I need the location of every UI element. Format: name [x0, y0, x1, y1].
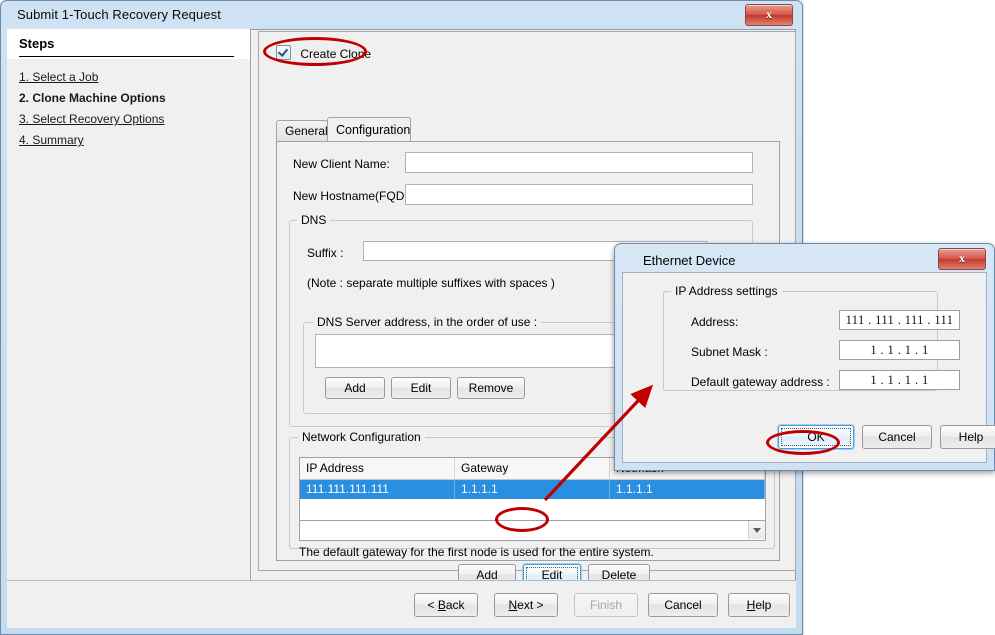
dns-remove-label: Remove	[460, 380, 522, 396]
dns-edit-button[interactable]: Edit	[391, 377, 451, 399]
new-client-name-input[interactable]	[405, 152, 753, 173]
create-clone-label: Create Clone	[300, 47, 371, 61]
window-title: Submit 1-Touch Recovery Request	[17, 7, 221, 22]
default-gateway-label: Default gateway address :	[691, 375, 830, 389]
dns-edit-label: Edit	[394, 380, 448, 396]
steps-pane: Steps 1. Select a Job 2. Clone Machine O…	[7, 29, 251, 586]
network-config-group-label: Network Configuration	[298, 430, 425, 444]
column-header-ip-address[interactable]: IP Address	[300, 458, 455, 479]
cell-netmask: 1.1.1.1	[610, 480, 765, 499]
cancel-button[interactable]: Cancel	[648, 593, 718, 617]
help-label: Help	[731, 596, 787, 614]
table-scroll-area	[299, 521, 766, 541]
dialog-help-label: Help	[943, 428, 995, 446]
finish-label: Finish	[577, 596, 635, 614]
address-field[interactable]: 111 . 111 . 111 . 111	[839, 310, 960, 330]
main-titlebar[interactable]: Submit 1-Touch Recovery Request x	[1, 1, 802, 29]
sidebar-item-select-recovery-options[interactable]: 3. Select Recovery Options	[19, 111, 244, 127]
new-hostname-input[interactable]	[405, 184, 753, 205]
table-row[interactable]: 111.111.111.111 1.1.1.1 1.1.1.1	[300, 480, 765, 499]
dialog-cancel-label: Cancel	[865, 428, 929, 446]
window-close-icon[interactable]: x	[745, 4, 793, 26]
steps-list: 1. Select a Job 2. Clone Machine Options…	[19, 69, 244, 153]
dns-add-button[interactable]: Add	[325, 377, 385, 399]
ethernet-dialog-title: Ethernet Device	[643, 253, 736, 268]
default-gateway-note: The default gateway for the first node i…	[299, 545, 654, 559]
dialog-help-button[interactable]: Help	[940, 425, 995, 449]
finish-button: Finish	[574, 593, 638, 617]
ethernet-device-dialog: Ethernet Device x IP Address settings Ad…	[614, 243, 995, 471]
ethernet-dialog-client-area: IP Address settings Address: 111 . 111 .…	[622, 272, 987, 463]
subnet-mask-field[interactable]: 1 . 1 . 1 . 1	[839, 340, 960, 360]
column-header-gateway[interactable]: Gateway	[455, 458, 610, 479]
back-button[interactable]: < Back	[414, 593, 478, 617]
back-label: < Back	[417, 596, 475, 614]
sidebar-item-clone-machine-options[interactable]: 2. Clone Machine Options	[19, 90, 244, 106]
ethernet-dialog-titlebar[interactable]: Ethernet Device x	[615, 244, 994, 272]
dns-suffix-note: (Note : separate multiple suffixes with …	[307, 276, 555, 290]
dns-group-label: DNS	[297, 213, 330, 227]
steps-header-area: Steps	[7, 29, 250, 59]
close-glyph: x	[939, 251, 985, 266]
address-label: Address:	[691, 315, 738, 329]
dns-suffix-label: Suffix :	[307, 246, 343, 260]
sidebar-item-select-a-job[interactable]: 1. Select a Job	[19, 69, 244, 85]
close-glyph: x	[746, 7, 792, 22]
create-clone-checkbox[interactable]: Create Clone	[276, 45, 371, 61]
cell-ip-address: 111.111.111.111	[300, 480, 455, 499]
next-label: Next >	[497, 596, 555, 614]
new-client-name-label: New Client Name:	[293, 157, 390, 171]
dialog-cancel-button[interactable]: Cancel	[862, 425, 932, 449]
next-button[interactable]: Next >	[494, 593, 558, 617]
cancel-label: Cancel	[651, 596, 715, 614]
steps-heading: Steps	[19, 36, 54, 51]
cell-gateway: 1.1.1.1	[455, 480, 610, 499]
ip-address-settings-label: IP Address settings	[671, 284, 782, 298]
default-gateway-field[interactable]: 1 . 1 . 1 . 1	[839, 370, 960, 390]
checkbox-checkmark-icon	[276, 45, 291, 60]
ok-button[interactable]: OK	[778, 425, 854, 449]
dns-server-group-label: DNS Server address, in the order of use …	[313, 315, 541, 329]
help-button[interactable]: Help	[728, 593, 790, 617]
dns-remove-button[interactable]: Remove	[457, 377, 525, 399]
window-close-icon[interactable]: x	[938, 248, 986, 270]
subnet-mask-label: Subnet Mask :	[691, 345, 768, 359]
dns-add-label: Add	[328, 380, 382, 396]
wizard-button-bar: < Back Next > Finish Cancel Help	[7, 580, 796, 628]
new-hostname-label: New Hostname(FQDN):	[293, 189, 420, 203]
ok-label: OK	[781, 428, 851, 446]
scroll-down-arrow-icon[interactable]	[748, 521, 765, 539]
tab-general[interactable]: General	[276, 120, 328, 141]
steps-divider	[19, 56, 234, 57]
tab-configuration[interactable]: Configuration	[327, 117, 411, 141]
sidebar-item-summary[interactable]: 4. Summary	[19, 132, 244, 148]
